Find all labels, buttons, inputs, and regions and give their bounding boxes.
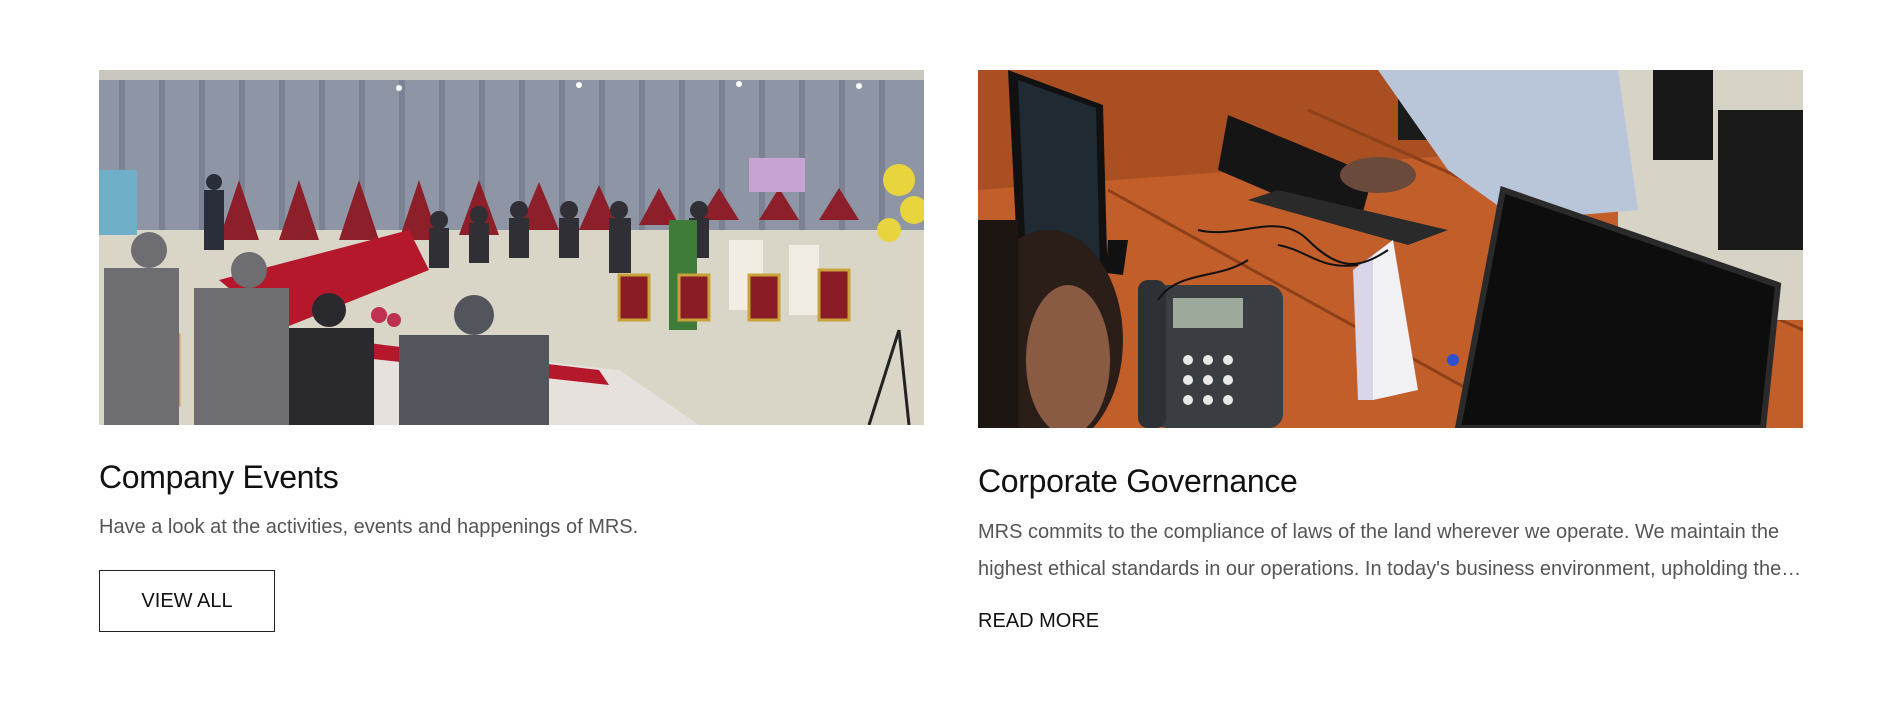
corporate-governance-card: Corporate Governance MRS commits to the … bbox=[978, 70, 1803, 633]
conference-hall-photo bbox=[99, 70, 924, 425]
corporate-governance-image[interactable] bbox=[978, 70, 1803, 428]
company-events-card: Company Events Have a look at the activi… bbox=[99, 70, 924, 632]
company-events-title: Company Events bbox=[99, 459, 339, 495]
company-events-image[interactable] bbox=[99, 70, 924, 425]
view-all-button[interactable]: VIEW ALL bbox=[99, 570, 275, 632]
office-workstation-photo bbox=[978, 70, 1803, 428]
corporate-governance-description: MRS commits to the compliance of laws of… bbox=[978, 521, 1782, 580]
company-events-description: Have a look at the activities, events an… bbox=[99, 516, 639, 538]
read-more-link[interactable]: READ MORE bbox=[978, 610, 1099, 633]
corporate-governance-title: Corporate Governance bbox=[978, 463, 1298, 499]
